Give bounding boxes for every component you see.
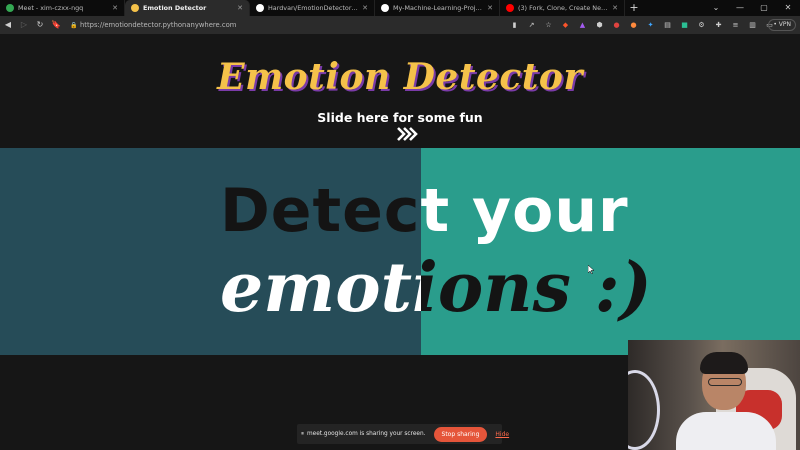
tab-title: My-Machine-Learning-Projects/Emoti [393,4,484,12]
hero-line1-overlay: Detect your [421,176,629,246]
comparison-slider[interactable]: Detect your emotions :) Detect your emot… [0,148,800,355]
back-button[interactable]: ◀ [0,16,16,34]
extensions-toolbar: ▮ ↗ ☆ ◆ ▲ ⬢ ● ● ✦ ▤ ■ ⚙ ✚ ≡ ▥ ▭ [506,16,778,34]
site-title: Emotion Detector [217,56,583,98]
stop-sharing-button[interactable]: Stop sharing [433,426,488,442]
share-message: meet.google.com is sharing your screen. [307,431,426,437]
address-bar: ◀ ▷ ↻ 🔖 🔒 https://emotiondetector.python… [0,16,800,34]
tab-bar: Meet - xim-czxx-ngq ✕ Emotion Detector ✕ Har… [0,0,800,16]
tab-title: Meet - xim-czxx-ngq [18,4,84,12]
tab-close-icon[interactable]: ✕ [112,4,118,12]
extension-gear-icon[interactable]: ⚙ [693,21,710,29]
sidebar-icon[interactable]: ▥ [744,21,761,29]
brave-shield-icon[interactable]: ◆ [557,21,574,29]
tab-2[interactable]: Hardvan/EmotionDetector: A web app✕ [250,0,375,16]
tab-favicon-icon [381,4,389,12]
tab-title: Hardvan/EmotionDetector: A web app [268,4,359,12]
playlist-icon[interactable]: ≡ [727,21,744,29]
tab-close-icon[interactable]: ✕ [237,4,243,12]
tab-favicon-icon [6,4,14,12]
mouse-cursor-icon [588,265,595,274]
tab-close-icon[interactable]: ✕ [362,4,368,12]
extension-shield-icon[interactable]: ⬢ [591,21,608,29]
pause-icon: ⏸ [301,430,305,437]
extension-color-icon[interactable]: ✦ [642,21,659,29]
share-icon[interactable]: ↗ [523,21,540,29]
url-field[interactable]: 🔒 https://emotiondetector.pythonanywhere… [70,19,490,32]
chevron-double-right-icon[interactable] [396,126,418,142]
tab-favicon-icon [256,4,264,12]
vpn-button[interactable]: • VPN [768,19,796,31]
brave-rewards-icon[interactable]: ▲ [574,21,591,29]
tab-close-icon[interactable]: ✕ [487,4,493,12]
extension-orange-icon[interactable]: ● [625,21,642,29]
tab-close-icon[interactable]: ✕ [612,4,618,12]
hero-line2: emotions :) [220,248,421,328]
tab-4[interactable]: (3) Fork, Clone, Create New Branch, Co✕ [500,0,625,16]
hero-text: Detect your emotions :) Detect your emot… [0,148,800,355]
tab-list: Meet - xim-czxx-ngq ✕ Emotion Detector ✕ Har… [0,0,625,16]
tab-favicon-icon [131,4,139,12]
new-tab-button[interactable]: + [625,0,643,16]
hero-text-left-layer: Detect your emotions :) [0,148,421,355]
slide-hint: Slide here for some fun [317,110,483,125]
maximize-button[interactable]: ▢ [752,0,776,16]
forward-button[interactable]: ▷ [16,16,32,34]
webcam-video [628,340,800,450]
extensions-puzzle-icon[interactable]: ✚ [710,21,727,29]
camera-icon[interactable]: ▮ [506,21,523,29]
bookmark-star-icon[interactable]: ☆ [540,21,557,29]
extension-green-icon[interactable]: ■ [676,21,693,29]
extension-red-icon[interactable]: ● [608,21,625,29]
screen-share-bar: ⏸ meet.google.com is sharing your screen… [297,424,509,444]
reload-button[interactable]: ↻ [32,16,48,34]
tab-1[interactable]: Emotion Detector ✕ [125,0,250,16]
close-window-button[interactable]: ✕ [776,0,800,16]
tab-3[interactable]: My-Machine-Learning-Projects/Emoti✕ [375,0,500,16]
hero-line2-overlay: emotions :) [421,248,652,328]
tab-title: Emotion Detector [143,4,207,12]
hide-link[interactable]: Hide [495,431,509,438]
lock-icon: 🔒 [70,21,78,29]
url-text: https://emotiondetector.pythonanywhere.c… [80,21,237,29]
tab-favicon-icon [506,4,514,12]
extension-bookmark-icon[interactable]: ▤ [659,21,676,29]
tab-title: (3) Fork, Clone, Create New Branch, Co [518,4,609,12]
tab-search-icon[interactable]: ⌄ [704,0,728,16]
minimize-button[interactable]: — [728,0,752,16]
hero-text-right-layer: Detect your emotions :) [421,148,800,355]
window-controls: ⌄ — ▢ ✕ [704,0,800,16]
tab-0[interactable]: Meet - xim-czxx-ngq ✕ [0,0,125,16]
bookmark-icon[interactable]: 🔖 [48,16,64,34]
hero-line1: Detect your [220,176,421,246]
